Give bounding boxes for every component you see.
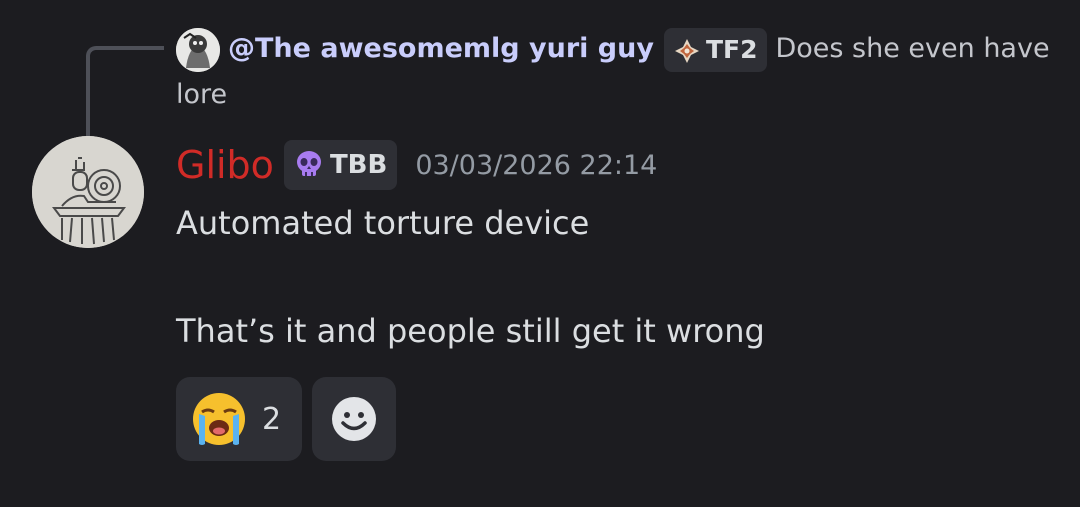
reply-tag-label: TF2	[705, 34, 758, 64]
reply-author[interactable]: @The awesomemlg yuri guy	[228, 33, 654, 64]
skull-icon	[296, 150, 321, 176]
author-tag[interactable]: TBB	[283, 140, 398, 190]
reply-author-tag[interactable]: TF2	[663, 27, 768, 72]
message-header: Glibo TBB 03/03/2026 22:14	[176, 140, 657, 196]
reaction-button[interactable]: 2	[176, 377, 302, 461]
timestamp[interactable]: 03/03/2026 22:14	[415, 150, 657, 181]
author-name[interactable]: Glibo	[176, 143, 274, 187]
smiley-add-icon	[332, 397, 376, 441]
reply-spine	[86, 46, 164, 138]
reply-preview[interactable]: @The awesomemlg yuri guy TF2 Does she even…	[176, 26, 1056, 118]
loudly-crying-face-icon	[193, 393, 245, 445]
message-line: Automated torture device	[176, 204, 590, 242]
reactions-bar: 2	[176, 377, 396, 461]
reaction-count: 2	[262, 401, 282, 437]
message-content: Automated torture device That’s it and p…	[176, 196, 765, 358]
message-line: That’s it and people still get it wrong	[176, 312, 765, 350]
add-reaction-button[interactable]	[312, 377, 396, 461]
reply-avatar[interactable]	[176, 27, 220, 72]
author-avatar[interactable]	[32, 136, 144, 248]
author-tag-label: TBB	[329, 150, 388, 180]
tf2-icon	[674, 38, 699, 63]
